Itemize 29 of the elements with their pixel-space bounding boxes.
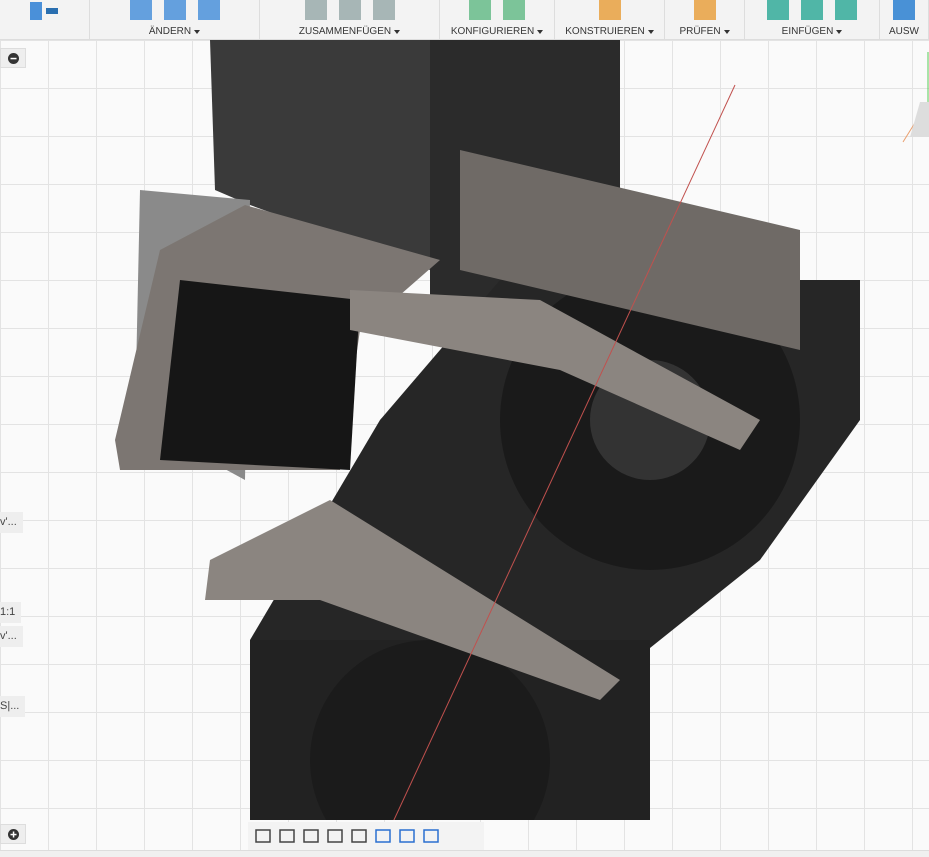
menu-group-label[interactable]: KONSTRUIEREN xyxy=(565,24,654,39)
tool-icon[interactable] xyxy=(162,0,188,22)
caret-icon xyxy=(724,30,730,34)
tool-icon[interactable] xyxy=(799,0,825,22)
tool-icon[interactable] xyxy=(891,0,917,22)
caret-icon xyxy=(537,30,544,34)
tool-icon[interactable] xyxy=(765,0,791,22)
caret-icon xyxy=(648,30,654,34)
expand-button[interactable] xyxy=(0,824,26,844)
minus-icon xyxy=(8,52,18,64)
panel-tab[interactable]: v'... xyxy=(0,626,23,646)
tool-icon[interactable] xyxy=(30,0,60,22)
panel-tab[interactable]: S|... xyxy=(0,696,26,716)
panel-tab[interactable]: 1:1 xyxy=(0,602,22,622)
panel-tab[interactable]: v'... xyxy=(0,512,23,532)
tool-icon[interactable] xyxy=(833,0,859,22)
menu-group-label[interactable]: ZUSAMMENFÜGEN xyxy=(298,24,400,39)
menu-group-label[interactable]: ÄNDERN xyxy=(148,24,200,39)
tool-icon[interactable] xyxy=(128,0,154,22)
caret-icon xyxy=(194,30,200,34)
collapse-button[interactable] xyxy=(0,48,26,68)
menu-group-label[interactable]: KONFIGURIEREN xyxy=(450,24,544,39)
tool-icon[interactable] xyxy=(196,0,222,22)
menu-group-label[interactable]: PRÜFEN xyxy=(679,24,730,39)
plus-icon xyxy=(8,828,18,840)
menu-group-label[interactable]: AUSW xyxy=(889,24,919,39)
caret-icon xyxy=(394,30,400,34)
menu-group-label[interactable]: EINFÜGEN xyxy=(782,24,842,39)
caret-icon xyxy=(836,30,842,34)
